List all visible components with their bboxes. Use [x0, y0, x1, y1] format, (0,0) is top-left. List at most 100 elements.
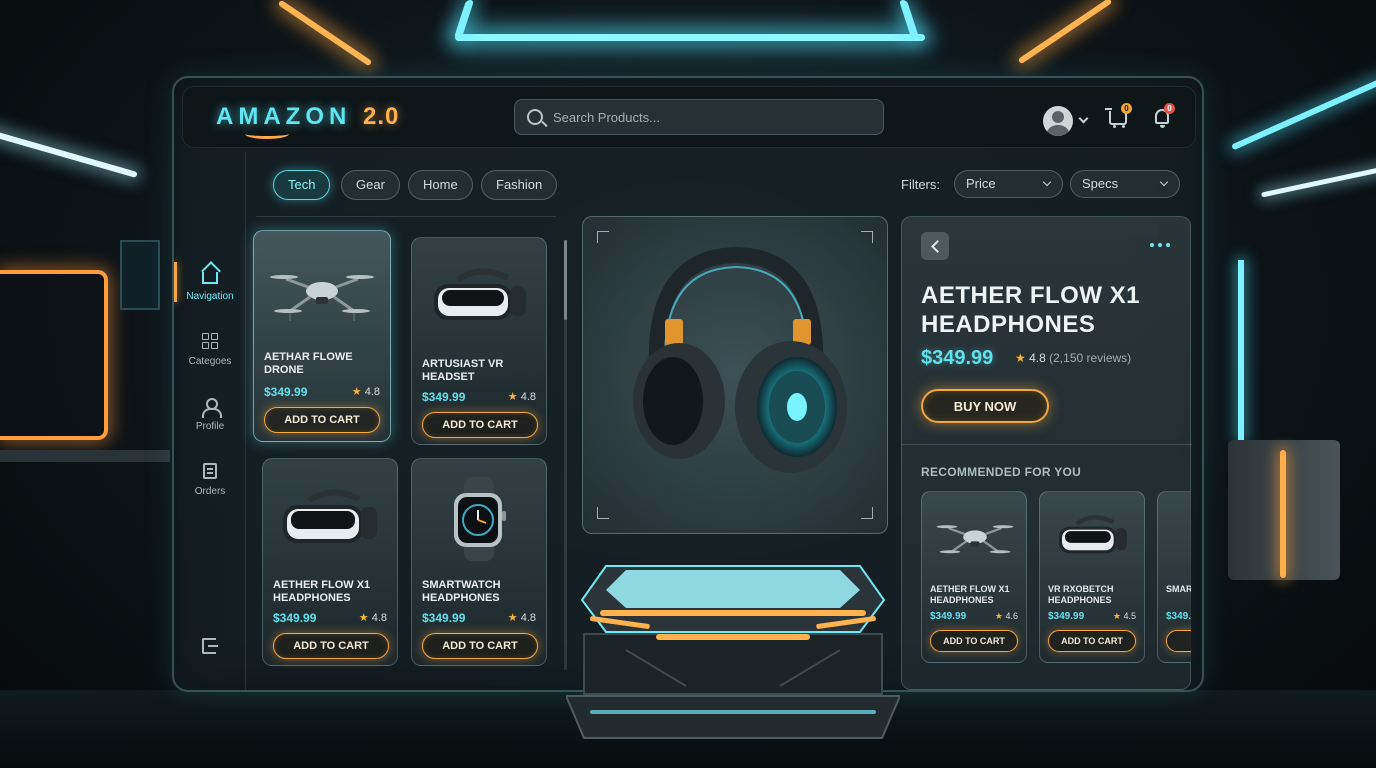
ceiling-light	[0, 128, 138, 178]
document-icon	[203, 463, 217, 479]
wall-neon-light	[0, 270, 108, 440]
rating-value: 4.6	[1005, 611, 1018, 621]
sidebar-item-label: Navigation	[186, 291, 234, 302]
recommended-carousel[interactable]: AETHER FLOW X1 HEADPHONES $349.99 ★ 4.6 …	[921, 491, 1191, 665]
star-icon: ★	[351, 386, 362, 398]
rating-value: 4.8	[1029, 351, 1046, 365]
sidebar-item-navigation[interactable]: Navigation	[174, 258, 246, 310]
add-to-cart-button[interactable]: ADD TO CART	[422, 412, 538, 438]
add-to-cart-button[interactable]: ADD TO CART	[1048, 630, 1136, 652]
logout-icon[interactable]	[202, 638, 218, 654]
product-rating: ★ 4.8	[352, 385, 380, 398]
price-filter-select[interactable]: Price	[954, 170, 1063, 198]
ceiling-light	[1261, 163, 1376, 198]
tab-gear[interactable]: Gear	[341, 170, 400, 200]
product-card[interactable]: AETHAR FLOWE DRONE $349.99 ★ 4.8 ADD TO …	[253, 230, 391, 442]
chevron-down-icon[interactable]	[1078, 113, 1089, 124]
sidebar: Navigation Categoes Profile Orders	[174, 152, 246, 690]
sidebar-item-label: Categoes	[188, 356, 232, 367]
product-price: $349.99	[1048, 611, 1085, 622]
specs-filter-select[interactable]: Specs	[1070, 170, 1180, 198]
product-price: $349.	[1166, 611, 1191, 622]
add-to-cart-button[interactable]: ADD TO CART	[273, 633, 389, 659]
logo[interactable]: AMAZON 2.0	[216, 103, 399, 131]
frame-corner	[597, 507, 609, 519]
logo-smile-icon	[245, 129, 289, 139]
search-input[interactable]	[553, 100, 873, 134]
product-rating: ★ 4.8 (2,150 reviews)	[1015, 351, 1131, 365]
search-bar	[514, 99, 884, 135]
product-title: AETHER FLOW X1 HEADPHONES	[921, 282, 1141, 338]
star-icon: ★	[358, 612, 369, 624]
product-name: SMAR HEADS	[1166, 584, 1191, 594]
recommended-card[interactable]: AETHER FLOW X1 HEADPHONES $349.99 ★ 4.6 …	[921, 491, 1027, 663]
review-count[interactable]: (2,150 reviews)	[1049, 351, 1131, 365]
star-icon: ★	[1112, 611, 1121, 621]
ceiling-light	[453, 0, 475, 38]
add-to-cart-button[interactable]: ADD TO CART	[930, 630, 1018, 652]
divider	[902, 444, 1192, 445]
sidebar-item-orders[interactable]: Orders	[174, 453, 246, 505]
ceiling-light	[898, 0, 920, 38]
background-monitor	[120, 240, 160, 310]
specs-filter-value: Specs	[1082, 176, 1119, 191]
product-name: AETHAR FLOWE DRONE	[264, 351, 353, 376]
headphones-image	[633, 246, 847, 473]
product-name: AETHER FLOW X1 HEADPHONES	[930, 584, 1010, 605]
background-desk	[0, 450, 170, 462]
frame-corner	[861, 507, 873, 519]
rating-value: 4.8	[364, 386, 380, 398]
product-detail-panel: AETHER FLOW X1 HEADPHONES $349.99 ★ 4.8 …	[901, 216, 1192, 690]
grid-icon	[202, 333, 218, 349]
add-to-cart-button[interactable]: ADD TO CART	[264, 407, 380, 433]
ceiling-light	[1231, 75, 1376, 151]
sidebar-item-label: Orders	[194, 486, 226, 497]
back-button[interactable]	[921, 232, 949, 260]
ceiling-light	[1017, 0, 1113, 65]
recommended-card[interactable]: SMAR HEADS $349. AD	[1157, 491, 1191, 663]
smartwatch-image	[454, 477, 506, 561]
server-light	[1280, 450, 1286, 578]
product-name: AETHER FLOW X1 HEADPHONES	[273, 579, 371, 604]
rating-value: 4.8	[520, 391, 536, 403]
more-options-icon[interactable]	[1148, 237, 1174, 253]
recommended-card[interactable]: VR RXOBETCH HEADPHONES $349.99 ★ 4.5 ADD…	[1039, 491, 1145, 663]
tab-tech[interactable]: Tech	[273, 170, 331, 200]
home-icon	[202, 272, 218, 284]
product-card[interactable]: AETHER FLOW X1 HEADPHONES $349.99 ★ 4.8 …	[262, 458, 398, 666]
product-card[interactable]: ARTUSIAST VR HEADSET $349.99 ★ 4.8 ADD T…	[411, 237, 547, 445]
add-to-cart-button[interactable]: ADD TO CART	[422, 633, 538, 659]
ceiling-light	[455, 34, 925, 41]
scrollbar-thumb[interactable]	[564, 240, 567, 320]
product-hologram-viewer[interactable]	[582, 216, 888, 534]
rating-value: 4.8	[371, 612, 387, 624]
star-icon: ★	[994, 611, 1003, 621]
logo-version: 2.0	[363, 103, 400, 130]
hologram-pedestal	[566, 565, 900, 739]
buy-now-button[interactable]: BUY NOW	[921, 389, 1049, 423]
product-card[interactable]: SMARTWATCH HEADPHONES $349.99 ★ 4.8 ADD …	[411, 458, 547, 666]
product-rating: ★ 4.5	[1113, 611, 1136, 622]
product-rating: ★ 4.8	[508, 390, 536, 403]
divider	[256, 216, 556, 217]
product-name: ARTUSIAST VR HEADSET	[422, 358, 504, 383]
star-icon: ★	[507, 391, 518, 403]
sidebar-item-profile[interactable]: Profile	[174, 388, 246, 440]
frame-corner	[861, 231, 873, 243]
avatar[interactable]	[1043, 106, 1073, 136]
star-icon: ★	[1015, 351, 1026, 365]
rating-value: 4.8	[520, 612, 536, 624]
drone-image	[270, 275, 374, 321]
price-filter-value: Price	[966, 176, 996, 191]
cart-badge: 0	[1121, 103, 1132, 114]
product-rating: ★ 4.8	[359, 611, 387, 624]
add-to-cart-button[interactable]: AD	[1166, 630, 1191, 652]
tab-fashion[interactable]: Fashion	[481, 170, 558, 200]
tab-home[interactable]: Home	[408, 170, 473, 200]
product-price: $349.99	[264, 385, 308, 399]
notification-badge: 0	[1164, 103, 1175, 114]
sidebar-item-categories[interactable]: Categoes	[174, 323, 246, 375]
vr-headset-image	[1059, 515, 1127, 554]
product-price: $349.99	[422, 611, 466, 625]
recommended-title: RECOMMENDED FOR YOU	[921, 465, 1082, 479]
